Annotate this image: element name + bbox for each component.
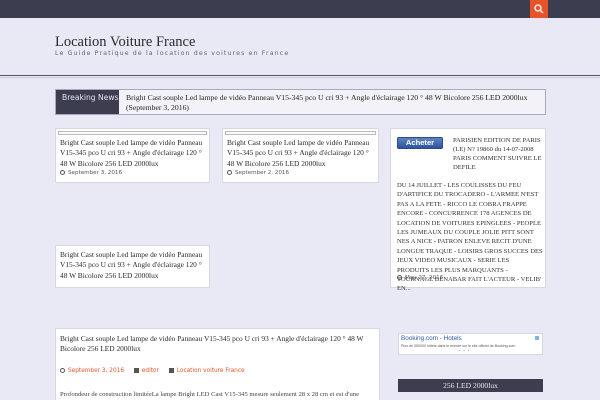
search-button[interactable]	[530, 0, 548, 18]
post-date[interactable]: September 3, 2016	[60, 368, 124, 374]
user-icon	[133, 368, 139, 373]
post-author[interactable]: editor	[133, 368, 159, 374]
clock-icon	[60, 368, 65, 373]
post-card-title[interactable]: Bright Cast souple Led lampe de vidéo Pa…	[60, 250, 205, 281]
site-tagline: Le Guide Pratique de la location des voi…	[55, 50, 290, 57]
clock-icon	[60, 170, 65, 175]
ad-logo[interactable]: Booking.com - Hotels	[401, 335, 462, 342]
widget-title: 256 LED 2000lux	[398, 379, 543, 392]
ad-choices-icon[interactable]	[535, 336, 539, 340]
post-thumbnail[interactable]	[225, 131, 376, 135]
clock-icon	[227, 170, 232, 175]
post-card[interactable]: Bright Cast souple Led lampe de vidéo Pa…	[222, 128, 379, 183]
breaking-news-label: Breaking News	[56, 90, 119, 114]
post-category[interactable]: Location voiture France	[168, 368, 245, 374]
post-card-date: September 3, 2016	[60, 170, 122, 176]
main-post: Bright Cast souple Led lampe de vidéo Pa…	[55, 328, 380, 400]
folder-icon	[168, 368, 174, 373]
post-card-title[interactable]: Bright Cast souple Led lampe de vidéo Pa…	[60, 138, 205, 169]
breaking-news-link[interactable]: Bright Cast souple Led lampe de vidéo Pa…	[126, 93, 544, 113]
post-card[interactable]: Bright Cast souple Led lampe de vidéo Pa…	[55, 128, 210, 183]
breaking-news-bar: Breaking News Bright Cast souple Led lam…	[55, 89, 546, 115]
header-divider	[0, 75, 600, 76]
post-category-text[interactable]: Location voiture France	[177, 368, 245, 374]
ad-pagination-dots[interactable]: • • •	[459, 348, 470, 353]
post-card-date: September 2, 2016	[227, 170, 289, 176]
post-author-text[interactable]: editor	[142, 368, 159, 374]
sidebar-post-date: May 27, 2016	[397, 275, 443, 281]
main-post-excerpt: Profondeur de construction limitéeLa lam…	[60, 391, 359, 398]
top-bar	[0, 0, 600, 18]
buy-button[interactable]: Acheter	[397, 137, 443, 149]
main-post-meta: September 3, 2016 editor Location voitur…	[60, 368, 253, 374]
sidebar-featured-post: Acheter PARISIEN EDITION DE PARIS (LE) N…	[390, 128, 546, 292]
post-card-date-text: September 3, 2016	[68, 170, 123, 176]
clock-icon	[397, 275, 402, 280]
main-post-title[interactable]: Bright Cast souple Led lampe de vidéo Pa…	[60, 334, 376, 355]
post-card-title[interactable]: Bright Cast souple Led lampe de vidéo Pa…	[227, 138, 374, 169]
sidebar-post-text-lead: PARISIEN EDITION DE PARIS (LE) N? 19860 …	[453, 137, 542, 172]
sidebar-post-date-text: May 27, 2016	[405, 275, 444, 281]
post-card-date-text: September 2, 2016	[235, 170, 290, 176]
header-divider-light	[0, 77, 600, 78]
post-thumbnail[interactable]	[58, 131, 207, 135]
post-date-text[interactable]: September 3, 2016	[68, 368, 124, 374]
site-title[interactable]: Location Voiture France	[55, 34, 195, 51]
post-card[interactable]: Bright Cast souple Led lampe de vidéo Pa…	[55, 245, 210, 288]
search-icon	[534, 4, 544, 14]
booking-ad[interactable]: Booking.com - Hotels Plus de 350000 hôte…	[398, 333, 543, 355]
